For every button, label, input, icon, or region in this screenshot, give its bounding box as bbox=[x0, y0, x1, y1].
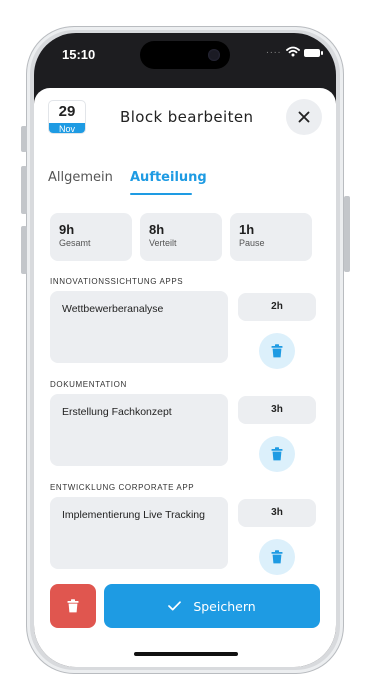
stat-distributed: 8h Verteilt bbox=[140, 213, 222, 261]
phone-screen: 15:10 .... 29 Nov Block bearbeiten Allge… bbox=[34, 33, 336, 667]
stat-distributed-label: Verteilt bbox=[149, 238, 177, 248]
volume-up-button bbox=[21, 166, 27, 214]
stat-total-value: 9h bbox=[59, 222, 75, 237]
home-indicator[interactable] bbox=[134, 652, 238, 656]
save-button-label: Speichern bbox=[193, 598, 256, 614]
stat-total: 9h Gesamt bbox=[50, 213, 132, 261]
date-month: Nov bbox=[49, 123, 85, 133]
save-button[interactable]: Speichern bbox=[104, 584, 320, 628]
signal-icon: .... bbox=[266, 46, 282, 56]
trash-icon bbox=[271, 447, 283, 461]
section-title: INNOVATIONSSICHTUNG APPS bbox=[50, 277, 184, 286]
tab-general[interactable]: Allgemein bbox=[48, 170, 113, 185]
section-title: ENTWICKLUNG CORPORATE APP bbox=[50, 483, 195, 492]
task-input[interactable]: Implementierung Live Tracking bbox=[50, 497, 228, 569]
delete-task-button[interactable] bbox=[259, 436, 295, 472]
check-icon bbox=[168, 601, 182, 611]
active-tab-indicator bbox=[130, 193, 192, 195]
volume-down-button bbox=[21, 226, 27, 274]
date-day: 29 bbox=[58, 103, 76, 120]
date-badge: 29 Nov bbox=[48, 100, 86, 134]
stage: 15:10 .... 29 Nov Block bearbeiten Allge… bbox=[0, 0, 371, 700]
trash-icon bbox=[67, 599, 79, 613]
mute-switch bbox=[21, 126, 27, 152]
stat-total-label: Gesamt bbox=[59, 238, 91, 248]
delete-block-button[interactable] bbox=[50, 584, 96, 628]
battery-icon bbox=[304, 49, 323, 57]
power-button bbox=[344, 196, 350, 272]
hours-selector[interactable]: 2h bbox=[238, 293, 316, 321]
trash-icon bbox=[271, 550, 283, 564]
stat-break-value: 1h bbox=[239, 222, 255, 237]
camera-icon bbox=[208, 49, 220, 61]
stat-distributed-value: 8h bbox=[149, 222, 165, 237]
delete-task-button[interactable] bbox=[259, 539, 295, 575]
task-input[interactable]: Wettbewerberanalyse bbox=[50, 291, 228, 363]
tab-split[interactable]: Aufteilung bbox=[130, 170, 207, 185]
section-title: DOKUMENTATION bbox=[50, 380, 127, 389]
delete-task-button[interactable] bbox=[259, 333, 295, 369]
status-time: 15:10 bbox=[62, 47, 96, 62]
edit-block-sheet: 29 Nov Block bearbeiten Allgemein Auftei… bbox=[34, 88, 336, 667]
wifi-icon bbox=[286, 46, 300, 57]
task-input[interactable]: Erstellung Fachkonzept bbox=[50, 394, 228, 466]
dynamic-island bbox=[140, 41, 230, 69]
stat-break: 1h Pause bbox=[230, 213, 312, 261]
hours-selector[interactable]: 3h bbox=[238, 396, 316, 424]
close-icon bbox=[298, 111, 310, 123]
project-section: DOKUMENTATION Erstellung Fachkonzept 3h bbox=[50, 377, 320, 473]
close-button[interactable] bbox=[286, 99, 322, 135]
project-section: ENTWICKLUNG CORPORATE APP Implementierun… bbox=[50, 480, 320, 576]
page-title: Block bearbeiten bbox=[120, 108, 254, 126]
hours-selector[interactable]: 3h bbox=[238, 499, 316, 527]
project-section: INNOVATIONSSICHTUNG APPS Wettbewerberana… bbox=[50, 274, 320, 370]
trash-icon bbox=[271, 344, 283, 358]
stat-break-label: Pause bbox=[239, 238, 265, 248]
